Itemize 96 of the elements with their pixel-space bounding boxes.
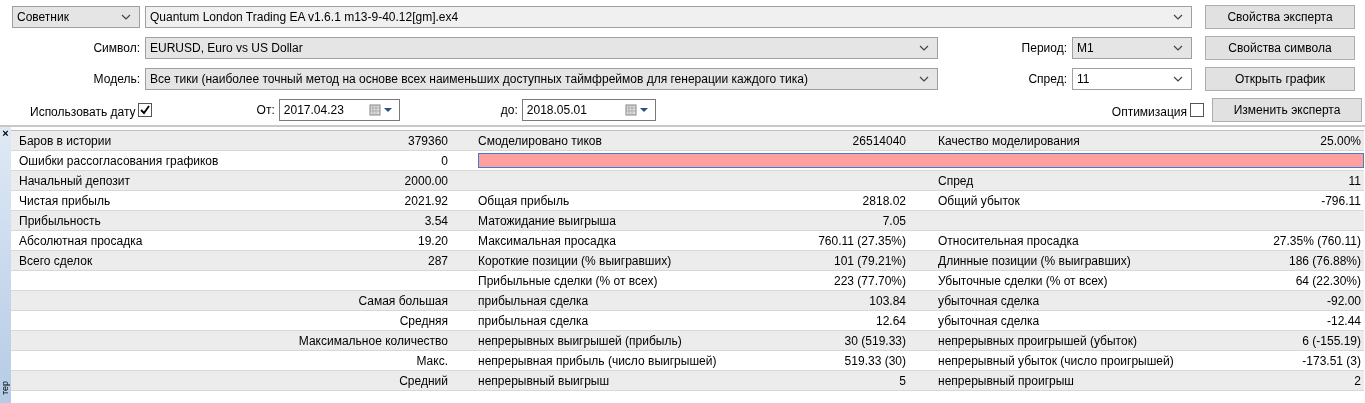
stat-label: Всего сделок bbox=[19, 252, 93, 270]
stat-value: 25.00% bbox=[1320, 132, 1361, 150]
field-label: до: bbox=[500, 102, 518, 119]
stat-value: -92.00 bbox=[1326, 292, 1361, 310]
field-label: Модель: bbox=[92, 71, 140, 88]
stat-label: прибыльная сделка bbox=[478, 292, 589, 310]
stat-value: 379360 bbox=[407, 132, 448, 150]
stat-label: Максимальное количество bbox=[298, 332, 448, 350]
stat-value: 6 (-155.19) bbox=[1302, 332, 1361, 350]
action-button[interactable]: Свойства символа bbox=[1205, 36, 1355, 60]
checkbox-label: Оптимизация bbox=[1111, 104, 1188, 121]
stat-value: 2 bbox=[1354, 372, 1361, 390]
stat-value: 287 bbox=[427, 252, 448, 270]
stat-value: 519.33 (30) bbox=[844, 352, 906, 370]
mode-dropdown[interactable]: Советник bbox=[12, 6, 140, 28]
stat-value: -796.11 bbox=[1321, 192, 1361, 210]
stat-label: непрерывных проигрышей (убыток) bbox=[938, 332, 1137, 350]
stat-value: 760.11 (27.35%) bbox=[818, 232, 906, 250]
stat-value: 2021.92 bbox=[404, 192, 448, 210]
check-icon bbox=[139, 105, 150, 115]
stat-label: Короткие позиции (% выигравших) bbox=[478, 252, 672, 270]
stat-value: 12.64 bbox=[875, 312, 906, 330]
stat-value: -12.44 bbox=[1326, 312, 1361, 330]
stat-label: Чистая прибыль bbox=[19, 192, 111, 210]
stat-value: 11 bbox=[1348, 172, 1361, 190]
action-button[interactable]: Открыть график bbox=[1205, 67, 1355, 91]
action-button[interactable]: Свойства эксперта bbox=[1205, 5, 1355, 29]
stat-label: Длинные позиции (% выигравших) bbox=[938, 252, 1131, 270]
field-label: От: bbox=[256, 102, 275, 119]
field-label: Спред: bbox=[1027, 71, 1067, 88]
stat-value: 27.35% (760.11) bbox=[1273, 232, 1361, 250]
calendar-dropdown-icon bbox=[624, 104, 651, 116]
chevron-down-icon bbox=[1173, 76, 1183, 82]
stat-value: 223 (77.70%) bbox=[833, 272, 906, 290]
stat-label: Смоделировано тиков bbox=[478, 132, 602, 150]
stat-label: Общая прибыль bbox=[478, 192, 570, 210]
stat-value: 101 (79.21%) bbox=[833, 252, 906, 270]
date-field[interactable]: 2018.05.01 bbox=[521, 99, 656, 121]
panel-title: тер bbox=[0, 380, 11, 395]
stat-value: 26514040 bbox=[852, 132, 906, 150]
symbol-dropdown[interactable]: EURUSD, Euro vs US Dollar bbox=[145, 37, 938, 59]
action-button[interactable]: Изменить эксперта bbox=[1212, 98, 1363, 122]
stat-label: Прибыльные сделки (% от всех) bbox=[478, 272, 658, 290]
stat-label: Максимальная просадка bbox=[478, 232, 616, 250]
stat-label: Баров в истории bbox=[19, 132, 112, 150]
chevron-down-icon bbox=[121, 14, 131, 20]
stat-label: Качество моделирования bbox=[938, 132, 1080, 150]
chevron-down-icon bbox=[919, 45, 929, 51]
stat-label: Убыточные сделки (% от всех) bbox=[938, 272, 1108, 290]
stat-label: убыточная сделка bbox=[938, 312, 1040, 330]
date-field[interactable]: 2017.04.23 bbox=[278, 99, 400, 121]
stat-label: непрерывный убыток (число проигрышей) bbox=[938, 352, 1174, 370]
stat-value: 7.05 bbox=[882, 212, 906, 230]
model-dropdown[interactable]: Все тики (наиболее точный метод на основе всех наименьших доступных таймфреймов для генерации каждого тика) bbox=[145, 68, 938, 90]
stat-value: 0 bbox=[441, 152, 448, 170]
stat-value: 2818.02 bbox=[862, 192, 906, 210]
stat-label: Средняя bbox=[399, 312, 448, 330]
field-label: Период: bbox=[1020, 40, 1067, 57]
stat-value: 186 (76.88%) bbox=[1288, 252, 1361, 270]
calendar-dropdown-icon bbox=[368, 104, 395, 116]
stat-label: прибыльная сделка bbox=[478, 312, 589, 330]
stat-label: Самая большая bbox=[358, 292, 448, 310]
stat-value: -173.51 (3) bbox=[1302, 352, 1361, 370]
stat-value: 30 (519.33) bbox=[844, 332, 906, 350]
stat-value: 3.54 bbox=[424, 212, 448, 230]
checkbox[interactable] bbox=[137, 103, 152, 117]
stat-label: Относительная просадка bbox=[938, 232, 1079, 250]
field-label: Символ: bbox=[92, 40, 140, 57]
stat-label: Матожидание выигрыша bbox=[478, 212, 616, 230]
stat-value: 19.20 bbox=[417, 232, 448, 250]
checkbox-label: Использовать дату bbox=[30, 104, 136, 121]
period-dropdown[interactable]: M1 bbox=[1072, 37, 1192, 59]
stat-label: Прибыльность bbox=[19, 212, 101, 230]
stat-label: Спред bbox=[938, 172, 974, 190]
stat-value: 64 (22.30%) bbox=[1295, 272, 1361, 290]
stat-value: 5 bbox=[899, 372, 906, 390]
stat-label: непрерывная прибыль (число выигрышей) bbox=[478, 352, 717, 370]
stat-label: убыточная сделка bbox=[938, 292, 1040, 310]
stat-value: 103.84 bbox=[869, 292, 906, 310]
stat-label: Общий убыток bbox=[938, 192, 1020, 210]
stat-value: 2000.00 bbox=[404, 172, 448, 190]
chevron-down-icon bbox=[1173, 45, 1183, 51]
stat-label: Макс. bbox=[416, 352, 448, 370]
close-button[interactable]: × bbox=[2, 127, 9, 139]
expert-dropdown[interactable]: Quantum London Trading EA v1.6.1 m13-9-40.12[gm].ex4 bbox=[145, 6, 1192, 28]
chevron-down-icon bbox=[1173, 14, 1183, 20]
stat-label: непрерывных выигрышей (прибыль) bbox=[478, 332, 682, 350]
stat-label: Начальный депозит bbox=[19, 172, 130, 190]
stat-label: непрерывный проигрыш bbox=[938, 372, 1074, 390]
checkbox[interactable] bbox=[1190, 103, 1205, 117]
stat-label: Средний bbox=[399, 372, 448, 390]
spread-dropdown[interactable]: 11 bbox=[1072, 68, 1192, 90]
chevron-down-icon bbox=[919, 76, 929, 82]
stat-label: непрерывный выигрыш bbox=[478, 372, 610, 390]
stat-label: Ошибки рассогласования графиков bbox=[19, 152, 219, 170]
stat-label: Абсолютная просадка bbox=[19, 232, 143, 250]
